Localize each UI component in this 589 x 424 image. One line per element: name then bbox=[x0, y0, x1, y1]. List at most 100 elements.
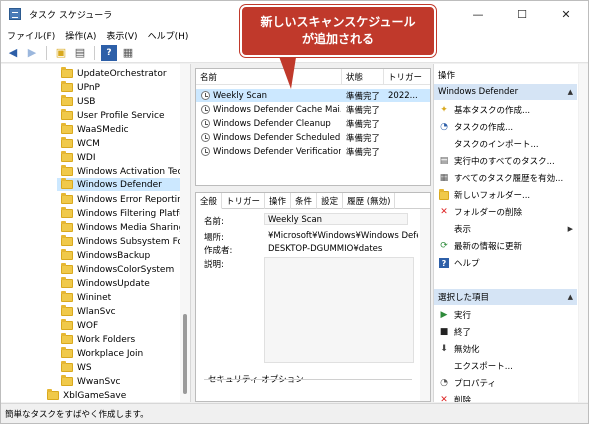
folder-icon bbox=[61, 277, 73, 288]
column-status[interactable]: 状態 bbox=[342, 69, 384, 85]
maximize-button[interactable]: ☐ bbox=[500, 1, 544, 27]
tab-triggers[interactable]: トリガー bbox=[222, 193, 266, 209]
actions-group-selected-item[interactable]: 選択した項目 ▲ bbox=[434, 289, 577, 305]
tree-item-windows-error-reporting[interactable]: Windows Error Reporting bbox=[61, 193, 189, 206]
action-run[interactable]: ▶ 実行 bbox=[434, 307, 577, 323]
table-row[interactable]: Windows Defender Scheduled... 準備完了 bbox=[196, 131, 430, 144]
tree-item-windows-subsystem[interactable]: Windows Subsystem For bbox=[61, 235, 187, 248]
collapse-icon[interactable]: ▲ bbox=[568, 88, 573, 96]
toolbar-separator bbox=[94, 45, 95, 60]
actions-scrollbar[interactable] bbox=[579, 64, 588, 402]
tree-item-windows-media-sharing[interactable]: Windows Media Sharing bbox=[61, 221, 184, 234]
tree-item-wof[interactable]: WOF bbox=[61, 319, 98, 332]
action-running-tasks[interactable]: ▤ 実行中のすべてのタスク... bbox=[434, 153, 577, 169]
tree-item-xblgamesave[interactable]: XblGameSave bbox=[47, 389, 126, 402]
tree-scrollbar[interactable] bbox=[180, 64, 190, 402]
action-export[interactable]: エクスポート... bbox=[434, 358, 577, 374]
tree-item-windowscolorsystem[interactable]: WindowsColorSystem bbox=[61, 263, 174, 276]
tab-actions[interactable]: 操作 bbox=[265, 193, 292, 209]
table-row[interactable]: Windows Defender Verification 準備完了 bbox=[196, 145, 430, 158]
tab-settings[interactable]: 設定 bbox=[317, 193, 344, 209]
tree-item-wwansvc[interactable]: WwanSvc bbox=[61, 375, 120, 388]
tree-item-wlansvc[interactable]: WlanSvc bbox=[61, 305, 116, 318]
folder-up-icon[interactable]: ▣ bbox=[53, 45, 69, 61]
action-import-task[interactable]: タスクのインポート... bbox=[434, 136, 577, 152]
task-scheduler-app-icon bbox=[9, 8, 21, 20]
tree-item-wcm[interactable]: WCM bbox=[61, 137, 100, 150]
folder-icon bbox=[47, 389, 59, 400]
action-create-task[interactable]: ◔ タスクの作成... bbox=[434, 119, 577, 135]
action-view[interactable]: 表示 ▶ bbox=[434, 221, 577, 237]
close-button[interactable]: ✕ bbox=[544, 1, 588, 27]
collapse-icon[interactable]: ▲ bbox=[568, 293, 573, 301]
tree-item-ws[interactable]: WS bbox=[61, 361, 92, 374]
tree-item-windowsupdate[interactable]: WindowsUpdate bbox=[61, 277, 150, 290]
tree-item-user-profile-service[interactable]: User Profile Service bbox=[61, 109, 164, 122]
tree-item-wininet[interactable]: Wininet bbox=[61, 291, 111, 304]
tree-scrollbar-thumb[interactable] bbox=[183, 314, 187, 394]
action-end[interactable]: ■ 終了 bbox=[434, 324, 577, 340]
description-label: 説明: bbox=[204, 260, 224, 270]
tree-item-updateorchestrator[interactable]: UpdateOrchestrator bbox=[61, 67, 167, 80]
folder-icon bbox=[61, 221, 73, 232]
table-row[interactable]: Weekly Scan 準備完了 2022... bbox=[196, 89, 430, 102]
run-icon: ▶ bbox=[440, 310, 448, 320]
tree-item-usb[interactable]: USB bbox=[61, 95, 95, 108]
action-refresh[interactable]: ⟳ 最新の情報に更新 bbox=[434, 238, 577, 254]
history-icon: ▦ bbox=[439, 173, 449, 183]
detail-scrollbar[interactable] bbox=[420, 209, 430, 401]
actions-group-windows-defender[interactable]: Windows Defender ▲ bbox=[434, 84, 577, 100]
action-label: 最新の情報に更新 bbox=[454, 242, 523, 252]
tree-item-windowsbackup[interactable]: WindowsBackup bbox=[61, 249, 150, 262]
help-icon[interactable]: ? bbox=[101, 44, 117, 61]
action-create-basic-task[interactable]: ✦ 基本タスクの作成... bbox=[434, 102, 577, 118]
tree-item-upnp[interactable]: UPnP bbox=[61, 81, 100, 94]
action-delete-folder[interactable]: ✕ フォルダーの削除 bbox=[434, 204, 577, 220]
menu-file[interactable]: ファイル(F) bbox=[7, 29, 55, 42]
tab-conditions[interactable]: 条件 bbox=[291, 193, 318, 209]
menu-help[interactable]: ヘルプ(H) bbox=[148, 29, 189, 42]
tree-item-windows-activation[interactable]: Windows Activation Tech bbox=[61, 165, 188, 178]
minimize-button[interactable]: — bbox=[456, 1, 500, 27]
tree-item-windows-filtering[interactable]: Windows Filtering Platfo bbox=[61, 207, 185, 220]
forward-icon[interactable]: ▶ bbox=[24, 45, 40, 61]
back-icon[interactable]: ◀ bbox=[5, 45, 21, 61]
menu-view[interactable]: 表示(V) bbox=[106, 29, 137, 42]
folder-icon bbox=[61, 375, 73, 386]
task-name: Windows Defender Cache Mai... bbox=[213, 104, 341, 115]
table-row[interactable]: Windows Defender Cleanup 準備完了 bbox=[196, 117, 430, 130]
action-new-folder[interactable]: 新しいフォルダー... bbox=[434, 187, 577, 203]
tree-item-waasmedic[interactable]: WaaSMedic bbox=[61, 123, 129, 136]
tree-item-workplace-join[interactable]: Workplace Join bbox=[61, 347, 143, 360]
action-label: 基本タスクの作成... bbox=[454, 106, 531, 116]
tab-history[interactable]: 履歴 (無効) bbox=[343, 193, 396, 209]
security-options-divider bbox=[204, 379, 412, 380]
create-task-icon: ◔ bbox=[440, 122, 448, 132]
properties-icon[interactable]: ▦ bbox=[120, 45, 136, 61]
tree-item-work-folders[interactable]: Work Folders bbox=[61, 333, 135, 346]
folder-icon bbox=[61, 305, 73, 316]
action-delete[interactable]: ✕ 削除 bbox=[434, 392, 577, 402]
action-enable-history[interactable]: ▦ すべてのタスク履歴を有効... bbox=[434, 170, 577, 186]
task-list: 名前 状態 トリガー Weekly Scan 準備完了 2022... Wind… bbox=[195, 68, 431, 186]
action-disable[interactable]: ⬇ 無効化 bbox=[434, 341, 577, 357]
group-title: Windows Defender bbox=[438, 87, 519, 97]
pane-icon[interactable]: ▤ bbox=[72, 45, 88, 61]
tab-general[interactable]: 全般 bbox=[196, 193, 223, 209]
name-label: 名前: bbox=[204, 217, 224, 227]
menu-action[interactable]: 操作(A) bbox=[65, 29, 96, 42]
column-name[interactable]: 名前 bbox=[196, 69, 342, 85]
submenu-arrow-icon: ▶ bbox=[567, 225, 573, 233]
task-scheduler-window: タスク スケジューラ — ☐ ✕ ファイル(F) 操作(A) 表示(V) ヘルプ… bbox=[0, 0, 589, 424]
tree-item-wdi[interactable]: WDI bbox=[61, 151, 95, 164]
tree-item-windows-defender[interactable]: Windows Defender bbox=[57, 178, 180, 191]
folder-icon bbox=[61, 361, 73, 372]
location-value: ¥Microsoft¥Windows¥Windows Defend bbox=[268, 231, 418, 241]
task-name: Weekly Scan bbox=[213, 90, 268, 101]
action-help[interactable]: ? ヘルプ bbox=[434, 255, 577, 271]
table-row[interactable]: Windows Defender Cache Mai... 準備完了 bbox=[196, 103, 430, 116]
folder-icon bbox=[61, 263, 73, 274]
action-properties[interactable]: ◔ プロパティ bbox=[434, 375, 577, 391]
description-field bbox=[264, 257, 414, 363]
column-trigger[interactable]: トリガー bbox=[384, 69, 430, 85]
